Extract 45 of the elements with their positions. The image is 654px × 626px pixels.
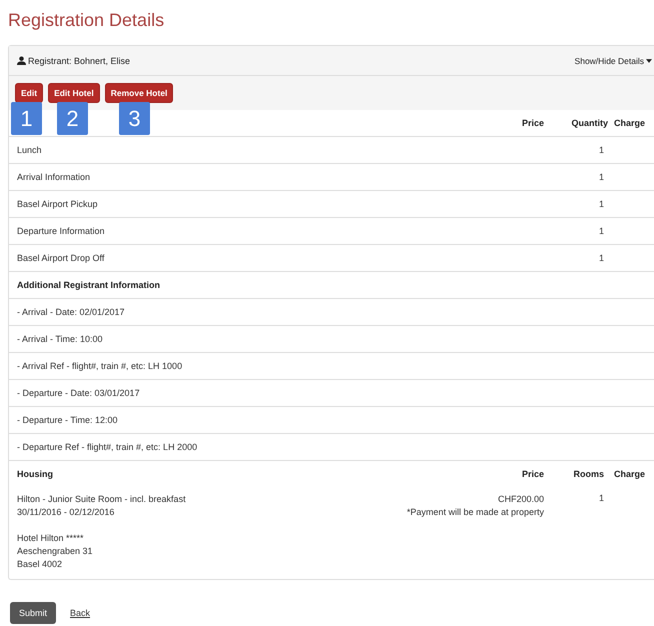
action-button[interactable]: Remove Hotel <box>104 83 174 103</box>
back-link[interactable]: Back <box>70 608 90 618</box>
column-header: Price <box>520 118 544 128</box>
table-cell: - Arrival - Date: 02/01/2017 <box>17 307 125 317</box>
table-cell-text: Arrival Information <box>17 172 92 182</box>
table-cell: CHF200.00 <box>498 493 544 506</box>
table-cell-text: Basel Airport Pickup <box>17 199 99 209</box>
registrant-name: Registrant: Bohnert, Elise <box>28 56 130 66</box>
table-cell-text: 1 <box>598 226 605 236</box>
table-cell-text: Hilton - Junior Suite Room - incl. breakfast <box>17 493 187 506</box>
caret-icon <box>646 58 652 62</box>
column-header: Charge <box>614 469 646 479</box>
section-heading: Additional Registrant Information <box>17 280 160 290</box>
address-line: Basel 4002 <box>17 558 64 571</box>
column-header: Price <box>520 469 544 479</box>
table-cell: - Departure - Date: 03/01/2017 <box>17 388 140 398</box>
submit-button[interactable]: Submit <box>10 602 56 624</box>
address-line: Hotel Hilton ***** <box>17 532 85 545</box>
user-icon <box>17 56 26 65</box>
table-cell-text: 1 <box>598 172 605 182</box>
callout-badge: 1 <box>11 102 42 135</box>
action-button[interactable]: Edit <box>15 83 44 103</box>
table-cell-text: 1 <box>598 145 605 155</box>
show-hide-details-toggle[interactable]: Show/Hide Details <box>574 56 654 66</box>
table-cell-text: 1 <box>598 493 605 503</box>
callout-badge: 2 <box>57 102 88 135</box>
table-cell: - Departure - Time: 12:00 <box>17 415 118 425</box>
address-line: Aeschengraben 31 <box>17 545 94 558</box>
table-cell-text: Basel Airport Drop Off <box>17 253 106 263</box>
table-cell-text: 1 <box>598 253 605 263</box>
table-cell: - Departure Ref - flight#, train #, etc: LH 2000 <box>17 442 198 452</box>
table-cell: - Arrival - Time: 10:00 <box>17 334 103 344</box>
column-header: Housing <box>17 469 54 479</box>
table-cell-text: Lunch <box>17 145 43 155</box>
column-header: Charge <box>614 118 646 128</box>
payment-note: *Payment will be made at property <box>406 506 544 519</box>
page-title: Registration Details <box>7 9 166 32</box>
table-cell-text: 1 <box>598 199 605 209</box>
table-cell-text: Departure Information <box>17 226 106 236</box>
callout-badge: 3 <box>119 102 150 135</box>
action-button[interactable]: Edit Hotel <box>48 83 100 103</box>
column-header: Quantity <box>570 118 608 128</box>
table-cell: - Arrival Ref - flight#, train #, etc: LH 1000 <box>17 361 182 371</box>
table-cell-text: 30/11/2016 - 02/12/2016 <box>17 506 116 519</box>
column-header: Rooms <box>572 469 605 479</box>
